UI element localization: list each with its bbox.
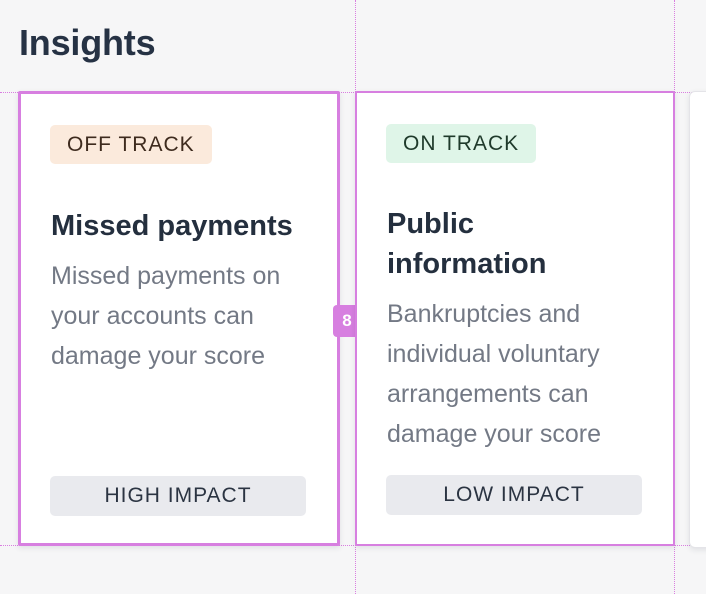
card-description: Missed payments on your accounts can dam… — [51, 262, 281, 370]
card-description: Bankruptcies and individual voluntary ar… — [387, 300, 602, 448]
status-badge-off-track: OFF TRACK — [50, 125, 212, 164]
card-title: Public information — [387, 208, 547, 280]
next-insight-card[interactable] — [689, 91, 706, 548]
status-badge-on-track: ON TRACK — [386, 124, 537, 163]
impact-badge-low: LOW IMPACT — [386, 475, 642, 515]
impact-badge-high: HIGH IMPACT — [50, 476, 306, 516]
insight-card-missed-payments[interactable]: OFF TRACK Missed payments Missed payment… — [18, 91, 340, 546]
card-title: Missed payments — [51, 210, 293, 242]
insight-card-public-information[interactable]: ON TRACK Public information Bankruptcies… — [355, 91, 675, 546]
page-title: Insights — [19, 22, 156, 63]
